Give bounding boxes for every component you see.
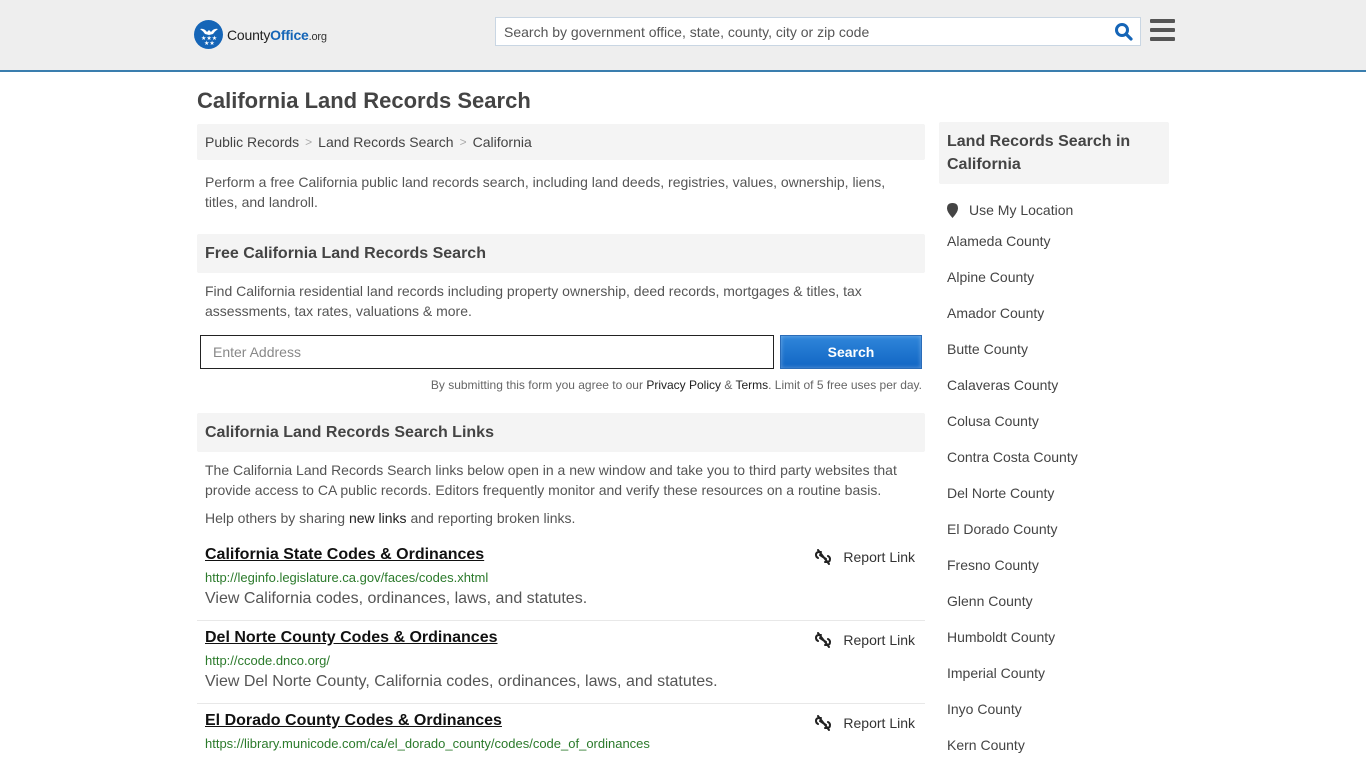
address-search-button[interactable]: Search	[780, 335, 922, 369]
search-icon[interactable]	[1114, 22, 1134, 42]
sidebar: Land Records Search in California Use My…	[939, 122, 1169, 763]
county-link[interactable]: Humboldt County	[947, 629, 1055, 645]
county-list-item: Glenn County	[947, 583, 1169, 619]
county-list-item: Inyo County	[947, 691, 1169, 727]
resource-link-item: California State Codes & Ordinances http…	[197, 538, 925, 621]
resource-link-list: California State Codes & Ordinances http…	[197, 538, 925, 763]
county-list-item: Colusa County	[947, 403, 1169, 439]
report-link-button[interactable]: Report Link	[815, 549, 915, 565]
disclaimer-amp: &	[721, 378, 736, 392]
county-link[interactable]: Imperial County	[947, 665, 1045, 681]
resource-link-title[interactable]: El Dorado County Codes & Ordinances	[205, 712, 502, 730]
county-list-item: Humboldt County	[947, 619, 1169, 655]
county-list-item: Butte County	[947, 331, 1169, 367]
search-section-heading: Free California Land Records Search	[197, 234, 925, 273]
broken-link-icon	[815, 549, 832, 565]
address-input[interactable]	[200, 335, 774, 369]
report-link-label: Report Link	[843, 715, 915, 731]
county-link[interactable]: Kern County	[947, 737, 1025, 753]
use-my-location-link[interactable]: Use My Location	[969, 202, 1073, 218]
county-list-item: Alameda County	[947, 223, 1169, 259]
address-search-form: Search	[197, 335, 925, 369]
county-link[interactable]: Del Norte County	[947, 485, 1054, 501]
county-link[interactable]: Contra Costa County	[947, 449, 1078, 465]
main-content: Public Records > Land Records Search > C…	[197, 124, 925, 763]
county-link[interactable]: Fresno County	[947, 557, 1039, 573]
resource-link-title[interactable]: Del Norte County Codes & Ordinances	[205, 629, 498, 647]
breadcrumb: Public Records > Land Records Search > C…	[197, 124, 925, 160]
county-list-item: Calaveras County	[947, 367, 1169, 403]
sidebar-heading: Land Records Search in California	[939, 122, 1169, 184]
page-title: California Land Records Search	[197, 88, 531, 113]
breadcrumb-california[interactable]: California	[473, 134, 532, 150]
disclaimer-suffix: . Limit of 5 free uses per day.	[768, 378, 922, 392]
county-list-item: Alpine County	[947, 259, 1169, 295]
hamburger-menu-icon[interactable]	[1150, 19, 1175, 41]
county-list-item: Fresno County	[947, 547, 1169, 583]
resource-link-title[interactable]: California State Codes & Ordinances	[205, 546, 484, 564]
broken-link-icon	[815, 715, 832, 731]
breadcrumb-separator: >	[459, 135, 467, 149]
county-link[interactable]: Glenn County	[947, 593, 1033, 609]
county-link[interactable]: Butte County	[947, 341, 1028, 357]
privacy-policy-link[interactable]: Privacy Policy	[646, 378, 721, 392]
logo-county: County	[227, 26, 271, 43]
resource-link-item: Del Norte County Codes & Ordinances http…	[197, 621, 925, 704]
county-link[interactable]: Alpine County	[947, 269, 1034, 285]
share-suffix: and reporting broken links.	[406, 510, 576, 526]
broken-link-icon	[815, 632, 832, 648]
county-list-item: Kern County	[947, 727, 1169, 763]
resource-link-url[interactable]: https://library.municode.com/ca/el_dorad…	[205, 736, 917, 751]
county-link[interactable]: Alameda County	[947, 233, 1051, 249]
resource-link-url[interactable]: http://leginfo.legislature.ca.gov/faces/…	[205, 570, 917, 585]
resource-link-description: View California codes, ordinances, laws,…	[205, 590, 588, 607]
resource-link-url[interactable]: http://ccode.dnco.org/	[205, 653, 917, 668]
report-link-label: Report Link	[843, 632, 915, 648]
links-section-heading: California Land Records Search Links	[197, 413, 925, 452]
form-disclaimer: By submitting this form you agree to our…	[197, 378, 925, 392]
county-list-item: Contra Costa County	[947, 439, 1169, 475]
search-section-description: Find California residential land records…	[205, 283, 862, 319]
county-link[interactable]: Inyo County	[947, 701, 1022, 717]
resource-link-description: View Del Norte County, California codes,…	[205, 673, 718, 690]
county-list-item: Amador County	[947, 295, 1169, 331]
new-links-link[interactable]: new links	[349, 510, 407, 526]
county-link[interactable]: El Dorado County	[947, 521, 1058, 537]
report-link-button[interactable]: Report Link	[815, 632, 915, 648]
logo-office: Office	[270, 26, 309, 43]
logo-wordmark: CountyOffice.org	[227, 27, 327, 43]
county-list-item: Del Norte County	[947, 475, 1169, 511]
logo-link[interactable]: ★★★ ★★ CountyOffice.org	[194, 20, 327, 49]
breadcrumb-public-records[interactable]: Public Records	[205, 134, 299, 150]
breadcrumb-separator: >	[305, 135, 313, 149]
report-link-label: Report Link	[843, 549, 915, 565]
site-header: ★★★ ★★ CountyOffice.org	[0, 0, 1366, 72]
logo-org: .org	[308, 30, 327, 43]
links-section-description: The California Land Records Search links…	[205, 462, 897, 498]
report-link-button[interactable]: Report Link	[815, 715, 915, 731]
intro-text: Perform a free California public land re…	[205, 174, 886, 210]
use-my-location: Use My Location	[939, 202, 1169, 218]
county-list-item: El Dorado County	[947, 511, 1169, 547]
svg-text:★★: ★★	[204, 40, 215, 45]
resource-link-item: El Dorado County Codes & Ordinances http…	[197, 704, 925, 763]
terms-link[interactable]: Terms	[735, 378, 768, 392]
share-prefix: Help others by sharing	[205, 510, 349, 526]
breadcrumb-land-records-search[interactable]: Land Records Search	[318, 134, 453, 150]
map-pin-icon	[947, 202, 958, 218]
county-link[interactable]: Amador County	[947, 305, 1044, 321]
county-list: Alameda County Alpine County Amador Coun…	[939, 223, 1169, 763]
eagle-logo-icon: ★★★ ★★	[194, 20, 223, 49]
county-link[interactable]: Colusa County	[947, 413, 1039, 429]
county-list-item: Imperial County	[947, 655, 1169, 691]
disclaimer-prefix: By submitting this form you agree to our	[430, 378, 647, 392]
site-search	[495, 17, 1141, 46]
share-links-text: Help others by sharing new links and rep…	[197, 510, 925, 526]
site-search-input[interactable]	[496, 18, 1140, 45]
county-link[interactable]: Calaveras County	[947, 377, 1058, 393]
